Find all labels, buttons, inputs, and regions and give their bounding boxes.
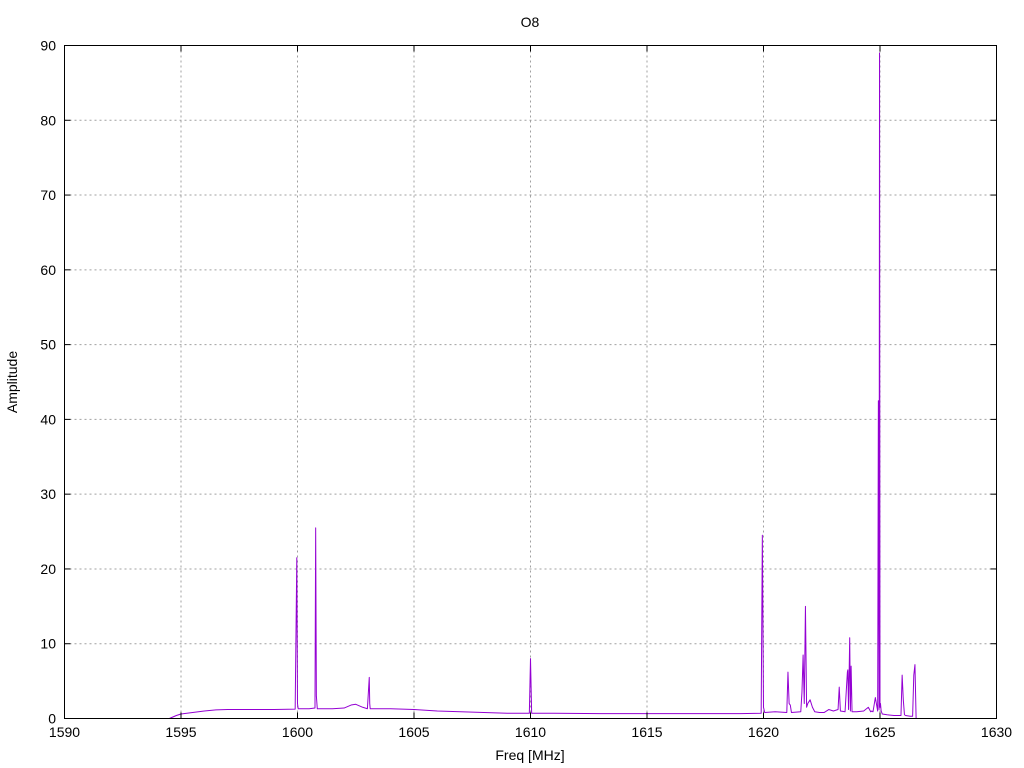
- y-tick-label: 40: [40, 411, 56, 427]
- y-tick-label: 60: [40, 262, 56, 278]
- grid: [64, 45, 997, 719]
- y-tick-label: 70: [40, 187, 56, 203]
- chart-title: O8: [521, 14, 540, 30]
- x-tick-label: 1595: [165, 724, 196, 740]
- y-tick-label: 10: [40, 636, 56, 652]
- y-axis-tick-labels: 0 10 20 30 40 50 60 70 80 90: [40, 38, 56, 727]
- y-tick-label: 30: [40, 486, 56, 502]
- y-tick-label: 50: [40, 337, 56, 353]
- x-tick-label: 1620: [748, 724, 779, 740]
- y-tick-label: 20: [40, 561, 56, 577]
- chart-canvas: O8 1590 1595 1600 1605 1610 1615 1620 1625 1630 …: [4, 14, 1012, 763]
- x-axis-tick-labels: 1590 1595 1600 1605 1610 1615 1620 1625 1630: [49, 724, 1012, 740]
- series-0-line: [169, 52, 917, 719]
- series-line: [169, 52, 917, 719]
- y-axis-title: Amplitude: [4, 351, 20, 413]
- x-tick-label: 1605: [398, 724, 429, 740]
- x-tick-label: 1610: [515, 724, 546, 740]
- x-axis-title: Freq [MHz]: [495, 747, 564, 763]
- y-tick-label: 90: [40, 38, 56, 54]
- x-tick-label: 1615: [631, 724, 662, 740]
- x-tick-label: 1625: [864, 724, 895, 740]
- y-tick-label: 0: [48, 711, 56, 727]
- x-tick-label: 1600: [282, 724, 313, 740]
- x-tick-label: 1630: [981, 724, 1012, 740]
- y-tick-label: 80: [40, 112, 56, 128]
